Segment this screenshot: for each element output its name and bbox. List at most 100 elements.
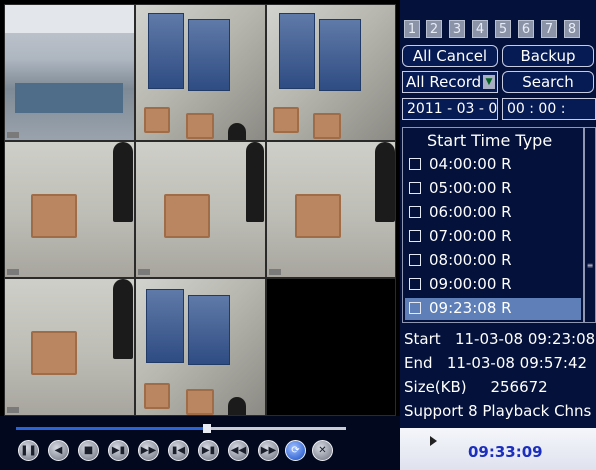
channel-button-7[interactable]: 7 bbox=[541, 20, 557, 38]
scroll-grip-icon[interactable]: ≡ bbox=[586, 262, 594, 270]
channel-button-2[interactable]: 2 bbox=[426, 20, 442, 38]
monitor-shape bbox=[15, 83, 123, 113]
pause-icon[interactable]: ❚❚ bbox=[18, 440, 39, 461]
list-item[interactable]: 06:00:00 R bbox=[405, 202, 581, 224]
channel-tag bbox=[269, 269, 281, 275]
end-info: End 11-03-08 09:57:42 bbox=[404, 354, 587, 372]
dropdown-arrow-icon: ▼ bbox=[483, 75, 495, 89]
camera-view-5[interactable] bbox=[135, 141, 266, 278]
time-field[interactable]: 00 : 00 : bbox=[502, 98, 596, 120]
channel-tag bbox=[138, 269, 150, 275]
fullscreen-icon[interactable]: ✕ bbox=[312, 440, 333, 461]
list-item[interactable]: 07:00:00 R bbox=[405, 226, 581, 248]
progress-handle[interactable] bbox=[203, 424, 212, 433]
all-cancel-button[interactable]: All Cancel bbox=[402, 45, 498, 67]
list-item-label: 09:00:00 R bbox=[429, 275, 512, 293]
camera-view-2[interactable] bbox=[135, 4, 266, 141]
list-item-time: 05:00:00 bbox=[429, 179, 497, 197]
channel-button-6[interactable]: 6 bbox=[518, 20, 534, 38]
list-item-type: R bbox=[501, 155, 512, 173]
fast-forward-icon[interactable]: ▶▶ bbox=[138, 440, 159, 461]
channel-tag bbox=[7, 407, 19, 413]
camera-view-empty[interactable] bbox=[266, 278, 396, 416]
checkbox[interactable] bbox=[409, 254, 421, 266]
list-item-label: 04:00:00 R bbox=[429, 155, 512, 173]
channel-button-5[interactable]: 5 bbox=[495, 20, 511, 38]
stop-icon[interactable]: ■ bbox=[78, 440, 99, 461]
channel-button-8[interactable]: 8 bbox=[564, 20, 580, 38]
record-type-value: All Record bbox=[406, 73, 482, 91]
list-item[interactable]: 04:00:00 R bbox=[405, 154, 581, 176]
person-shape bbox=[228, 397, 246, 415]
camera-view-3[interactable] bbox=[266, 4, 396, 141]
person-shape bbox=[375, 142, 395, 222]
list-item[interactable]: 09:00:00 R bbox=[405, 274, 581, 296]
channel-button-1[interactable]: 1 bbox=[404, 20, 420, 38]
cabinet-shape bbox=[279, 13, 315, 89]
channel-button-4[interactable]: 4 bbox=[472, 20, 488, 38]
camera-view-4[interactable] bbox=[4, 141, 135, 278]
list-item-label: 09:23:08 R bbox=[429, 299, 512, 317]
chair-shape bbox=[144, 107, 170, 133]
checkbox[interactable] bbox=[409, 182, 421, 194]
slow-icon[interactable]: ▶▮ bbox=[108, 440, 129, 461]
prev-frame-icon[interactable]: ▮◀ bbox=[168, 440, 189, 461]
list-item[interactable]: 08:00:00 R bbox=[405, 250, 581, 272]
date-field[interactable]: 2011 - 03 - 08 bbox=[402, 98, 498, 120]
list-item[interactable]: 05:00:00 R bbox=[405, 178, 581, 200]
record-file-list: Start Time Type 04:00:00 R 05:00:00 R 06:0… bbox=[402, 127, 584, 323]
channel-button-3[interactable]: 3 bbox=[449, 20, 465, 38]
camera-view-7[interactable] bbox=[4, 278, 135, 416]
play-indicator-icon bbox=[430, 436, 437, 446]
video-grid[interactable] bbox=[4, 4, 396, 416]
list-item-type: R bbox=[501, 203, 512, 221]
cabinet-shape bbox=[148, 13, 184, 89]
search-button[interactable]: Search bbox=[502, 71, 594, 93]
list-item-time: 09:23:08 bbox=[429, 299, 497, 317]
ceiling-shape bbox=[5, 5, 134, 33]
list-item-time: 04:00:00 bbox=[429, 155, 497, 173]
scrollbar[interactable]: ≡ bbox=[584, 127, 596, 323]
checkbox[interactable] bbox=[409, 230, 421, 242]
person-shape bbox=[113, 142, 133, 222]
list-item-type: R bbox=[501, 275, 512, 293]
record-type-select[interactable]: All Record ▼ bbox=[402, 71, 498, 93]
list-item-type: R bbox=[501, 227, 512, 245]
list-item-label: 08:00:00 R bbox=[429, 251, 512, 269]
playback-time-strip: 09:33:09 bbox=[400, 428, 596, 470]
start-info: Start 11-03-08 09:23:08 bbox=[404, 330, 595, 348]
list-item-time: 08:00:00 bbox=[429, 251, 497, 269]
next-frame-icon[interactable]: ▶▮ bbox=[198, 440, 219, 461]
checkbox[interactable] bbox=[409, 278, 421, 290]
list-item-label: 07:00:00 R bbox=[429, 227, 512, 245]
loop-icon[interactable]: ⟳ bbox=[285, 440, 306, 461]
channel-tag bbox=[7, 269, 19, 275]
cabinet-shape bbox=[146, 289, 184, 363]
camera-view-6[interactable] bbox=[266, 141, 396, 278]
progress-bar[interactable] bbox=[16, 424, 346, 433]
prev-file-icon[interactable]: ◀◀ bbox=[228, 440, 249, 461]
chair-shape bbox=[273, 107, 299, 133]
list-item-type: R bbox=[501, 251, 512, 269]
cabinet-shape bbox=[319, 19, 361, 91]
camera-view-1[interactable] bbox=[4, 4, 135, 141]
step-back-icon[interactable]: ◀ bbox=[48, 440, 69, 461]
end-label: End bbox=[404, 354, 433, 372]
size-value: 256672 bbox=[490, 378, 548, 396]
size-label: Size(KB) bbox=[404, 378, 467, 396]
checkbox[interactable] bbox=[409, 158, 421, 170]
chair-shape bbox=[31, 194, 77, 238]
chair-shape bbox=[144, 383, 170, 409]
checkbox[interactable] bbox=[409, 302, 421, 314]
checkbox[interactable] bbox=[409, 206, 421, 218]
cabinet-shape bbox=[188, 295, 230, 365]
support-info: Support 8 Playback Chns bbox=[404, 402, 592, 420]
chair-shape bbox=[313, 113, 341, 139]
list-item-label: 06:00:00 R bbox=[429, 203, 512, 221]
list-item-type: R bbox=[501, 299, 512, 317]
camera-view-8[interactable] bbox=[135, 278, 266, 416]
chair-shape bbox=[295, 194, 341, 238]
backup-button[interactable]: Backup bbox=[502, 45, 594, 67]
next-file-icon[interactable]: ▶▶ bbox=[258, 440, 279, 461]
list-item[interactable]: 09:23:08 R bbox=[405, 298, 581, 320]
